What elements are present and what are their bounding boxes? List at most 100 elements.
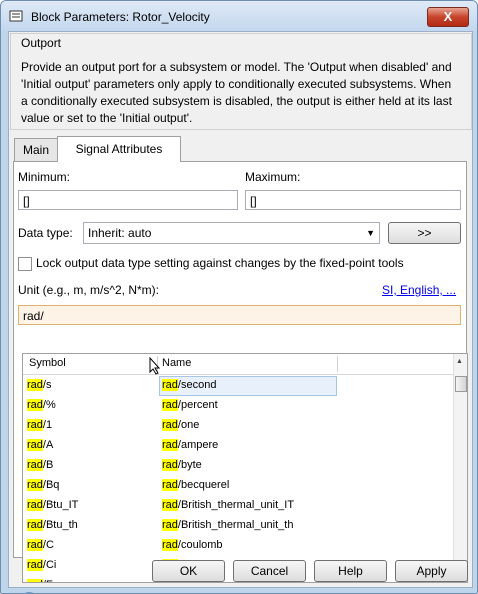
match-remainder: /1 — [42, 419, 53, 431]
tab-main[interactable]: Main — [14, 138, 58, 161]
apply-button[interactable]: Apply — [395, 560, 468, 582]
match-remainder: /A — [42, 439, 54, 451]
match-highlight: rad — [27, 439, 43, 451]
mouse-cursor-icon — [149, 357, 161, 375]
unit-name: rad/one — [162, 415, 199, 435]
unit-symbol: rad/A — [27, 435, 53, 455]
match-highlight: rad — [162, 479, 178, 491]
unit-symbol: rad/Btu_th — [27, 515, 78, 535]
minimum-label: Minimum: — [18, 170, 71, 184]
match-remainder: /British_thermal_unit_th — [177, 519, 294, 531]
data-type-label: Data type: — [18, 226, 73, 240]
simulink-block-icon — [9, 10, 23, 22]
suggestion-row[interactable]: rad/Btu_IT rad/British_thermal_unit_IT — [23, 495, 453, 515]
title-bar[interactable]: Block Parameters: Rotor_Velocity X — [1, 1, 477, 31]
unit-system-link[interactable]: SI, English, ... — [382, 283, 456, 297]
unit-name: rad/percent — [162, 395, 218, 415]
match-highlight: rad — [162, 499, 178, 511]
match-remainder: /Bq — [42, 479, 60, 491]
suggestion-row[interactable]: rad/B rad/byte — [23, 455, 453, 475]
unit-name: rad/byte — [162, 455, 202, 475]
unit-name: rad/second — [162, 375, 216, 395]
dialog-body: Outport Provide an output port for a sub… — [8, 31, 474, 593]
unit-symbol: rad/1 — [27, 415, 52, 435]
match-highlight: rad — [27, 419, 43, 431]
lock-data-type-label: Lock output data type setting against ch… — [36, 256, 404, 270]
suggestion-row[interactable]: rad/Bq rad/becquerel — [23, 475, 453, 495]
unit-input[interactable]: rad/ — [18, 305, 461, 325]
match-remainder: /Ci — [42, 559, 57, 571]
match-remainder: /byte — [177, 459, 202, 471]
unit-name: rad/coulomb — [162, 535, 223, 555]
match-remainder: /ampere — [177, 439, 219, 451]
column-divider — [337, 356, 338, 372]
unit-symbol: rad/B — [27, 455, 53, 475]
unit-symbol: rad/Btu_IT — [27, 495, 78, 515]
match-highlight: rad — [162, 539, 178, 551]
block-type-title: Outport — [21, 36, 62, 50]
suggestion-row[interactable]: rad/A rad/ampere — [23, 435, 453, 455]
symbol-column-header[interactable]: Symbol — [29, 357, 66, 369]
unit-name: rad/British_thermal_unit_th — [162, 515, 293, 535]
name-column-header[interactable]: Name — [162, 357, 191, 369]
block-description: Provide an output port for a subsystem o… — [21, 60, 452, 125]
suggestion-row[interactable]: rad/C rad/coulomb — [23, 535, 453, 555]
maximum-label: Maximum: — [245, 170, 301, 184]
help-button[interactable]: Help — [314, 560, 387, 582]
cancel-button[interactable]: Cancel — [233, 560, 306, 582]
minimum-input[interactable]: [] — [18, 190, 238, 210]
match-remainder: /B — [42, 459, 54, 471]
ok-button[interactable]: OK — [152, 560, 225, 582]
unit-label: Unit (e.g., m, m/s^2, N*m): — [18, 283, 159, 297]
unit-name: rad/British_thermal_unit_IT — [162, 495, 294, 515]
match-remainder: /Btu_IT — [42, 499, 79, 511]
scrollbar-thumb[interactable] — [455, 376, 467, 392]
block-parameters-dialog: Block Parameters: Rotor_Velocity X Outpo… — [0, 0, 478, 594]
unit-name: rad/becquerel — [162, 475, 229, 495]
unit-name: rad/ampere — [162, 435, 218, 455]
match-remainder: /percent — [177, 399, 218, 411]
match-highlight: rad — [162, 399, 178, 411]
window-title: Block Parameters: Rotor_Velocity — [31, 10, 210, 24]
close-button[interactable]: X — [427, 7, 469, 27]
match-highlight: rad — [27, 399, 43, 411]
data-type-assistant-button[interactable]: >> — [388, 222, 461, 244]
block-description-group: Outport Provide an output port for a sub… — [10, 33, 472, 130]
match-highlight: rad — [27, 479, 43, 491]
unit-symbol: rad/Ci — [27, 555, 56, 575]
match-highlight: rad — [162, 519, 178, 531]
tab-strip: Main Signal Attributes — [14, 136, 474, 162]
match-highlight: rad — [27, 459, 43, 471]
suggestions-scrollbar[interactable]: ▲ ▼ — [453, 354, 467, 582]
match-highlight: rad — [27, 379, 43, 391]
match-highlight: rad — [162, 459, 178, 471]
tab-signal-attributes[interactable]: Signal Attributes — [57, 136, 181, 162]
match-highlight: rad — [27, 539, 43, 551]
match-highlight: rad — [27, 519, 43, 531]
lock-data-type-checkbox[interactable] — [18, 257, 32, 271]
match-remainder: /Btu_th — [42, 519, 78, 531]
suggestions-header: Symbol Name — [23, 354, 453, 375]
suggestion-row[interactable]: rad/Btu_th rad/British_thermal_unit_th — [23, 515, 453, 535]
match-highlight: rad — [162, 379, 178, 391]
unit-symbol: rad/% — [27, 395, 56, 415]
data-type-select[interactable]: Inherit: auto ▼ — [83, 222, 380, 244]
unit-symbol: rad/s — [27, 375, 51, 395]
scroll-up-icon[interactable]: ▲ — [456, 358, 463, 365]
match-remainder: /s — [42, 379, 52, 391]
match-highlight: rad — [162, 419, 178, 431]
match-remainder: /one — [177, 419, 200, 431]
match-remainder: /F — [43, 579, 53, 582]
maximum-input[interactable]: [] — [245, 190, 461, 210]
unit-suggestions-popup: Symbol Name rad/s rad/second rad/% rad/perc… — [22, 353, 468, 583]
match-highlight: rad — [27, 579, 43, 582]
suggestion-row[interactable]: rad/% rad/percent — [23, 395, 453, 415]
match-highlight: rad — [27, 559, 43, 571]
unit-symbol: rad/C — [27, 535, 54, 555]
match-highlight: rad — [27, 499, 43, 511]
suggestion-row[interactable]: rad/s rad/second — [23, 375, 453, 396]
unit-symbol: rad/Bq — [27, 475, 59, 495]
match-remainder: /C — [42, 539, 54, 551]
suggestion-row[interactable]: rad/1 rad/one — [23, 415, 453, 435]
match-remainder: /British_thermal_unit_IT — [177, 499, 295, 511]
